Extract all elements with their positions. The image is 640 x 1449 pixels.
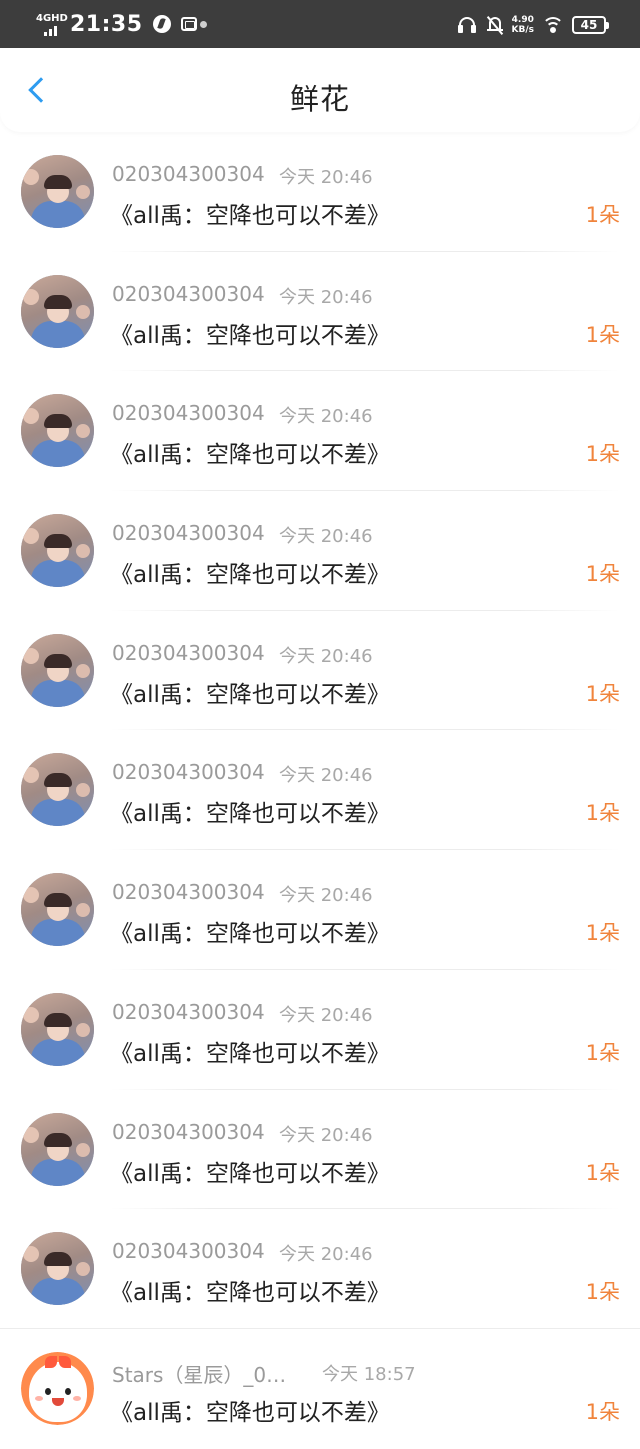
- username[interactable]: 020304300304: [112, 162, 265, 186]
- username[interactable]: 020304300304: [112, 401, 265, 425]
- timestamp: 今天 20:46: [279, 765, 373, 787]
- list-item[interactable]: 020304300304 今天 20:46 《all禹：空降也可以不差》 1朵: [0, 730, 640, 851]
- work-title[interactable]: 《all禹：空降也可以不差》: [110, 316, 390, 350]
- list-item[interactable]: 020304300304 今天 20:46 《all禹：空降也可以不差》 1朵: [0, 252, 640, 372]
- cellular-signal-icon: 4GHD: [36, 12, 68, 36]
- work-title[interactable]: 《all禹：空降也可以不差》: [110, 435, 390, 469]
- work-title[interactable]: 《all禹：空降也可以不差》: [110, 1393, 390, 1427]
- avatar[interactable]: [21, 274, 94, 348]
- flower-count: 1朵: [585, 1160, 620, 1185]
- avatar[interactable]: [21, 992, 94, 1066]
- network-speed: 4.90 KB/s: [512, 15, 534, 35]
- timestamp: 今天 20:46: [279, 167, 373, 188]
- flower-gift-list: 020304300304 今天 20:46 《all禹：空降也可以不差》 1朵 0203…: [0, 132, 640, 1449]
- status-bar-right: 4.90 KB/s 45: [457, 12, 609, 38]
- more-notifications-icon: [199, 20, 207, 28]
- username[interactable]: 020304300304: [112, 760, 265, 784]
- flower-count: 1朵: [585, 1399, 620, 1424]
- work-title[interactable]: 《all禹：空降也可以不差》: [110, 675, 390, 709]
- timestamp: 今天 20:46: [279, 526, 373, 548]
- nav-bar: 鲜花: [0, 48, 640, 132]
- gallery-notification-icon: [180, 17, 197, 31]
- list-item[interactable]: 020304300304 今天 20:46 《all禹：空降也可以不差》 1朵: [0, 611, 640, 731]
- timestamp: 今天 20:46: [279, 645, 373, 667]
- username[interactable]: 020304300304: [112, 880, 265, 904]
- timestamp: 今天 20:46: [279, 885, 373, 907]
- flower-count: 1朵: [585, 442, 620, 467]
- work-title[interactable]: 《all禹：空降也可以不差》: [110, 794, 390, 828]
- timestamp: 今天 20:46: [279, 286, 373, 308]
- timestamp: 今天 20:46: [279, 1244, 373, 1266]
- clock: 21:35: [70, 11, 143, 37]
- work-title[interactable]: 《all禹：空降也可以不差》: [110, 914, 390, 948]
- flower-count: 1朵: [585, 203, 620, 227]
- avatar[interactable]: [21, 753, 94, 827]
- wifi-icon: [542, 16, 564, 34]
- timestamp: 今天 20:46: [279, 1004, 373, 1026]
- flower-count: 1朵: [585, 801, 620, 826]
- flower-count: 1朵: [585, 1040, 620, 1065]
- work-title[interactable]: 《all禹：空降也可以不差》: [110, 1034, 390, 1068]
- username[interactable]: 020304300304: [112, 282, 265, 306]
- flower-count: 1朵: [585, 681, 620, 706]
- flower-count: 1朵: [585, 921, 620, 946]
- timestamp: 今天 20:46: [279, 406, 373, 428]
- list-item[interactable]: 020304300304 今天 20:46 《all禹：空降也可以不差》 1朵: [0, 491, 640, 611]
- battery-icon: 45: [572, 16, 609, 34]
- battery-level: 45: [580, 18, 598, 32]
- avatar[interactable]: [21, 1232, 94, 1306]
- username[interactable]: 020304300304: [112, 641, 265, 665]
- work-title[interactable]: 《all禹：空降也可以不差》: [110, 1273, 390, 1307]
- username[interactable]: Stars（星辰）_0…: [112, 1359, 286, 1388]
- username[interactable]: 020304300304: [112, 521, 265, 545]
- flower-count: 1朵: [585, 322, 620, 347]
- mute-bell-icon: [486, 15, 504, 35]
- flower-count: 1朵: [585, 1280, 620, 1305]
- work-title[interactable]: 《all禹：空降也可以不差》: [110, 555, 390, 589]
- list-item[interactable]: 020304300304 今天 20:46 《all禹：空降也可以不差》 1朵: [0, 371, 640, 492]
- avatar[interactable]: [21, 873, 94, 947]
- flower-count: 1朵: [585, 562, 620, 587]
- avatar[interactable]: [21, 155, 94, 228]
- list-item[interactable]: 020304300304 今天 20:46 《all禹：空降也可以不差》 1朵: [0, 1090, 640, 1210]
- avatar[interactable]: [21, 514, 94, 588]
- timestamp: 今天 18:57: [322, 1363, 416, 1385]
- network-speed-unit: KB/s: [511, 25, 534, 35]
- list-item[interactable]: 020304300304 今天 20:46 《all禹：空降也可以不差》 1朵: [0, 850, 640, 970]
- list-item[interactable]: 020304300304 今天 20:46 《all禹：空降也可以不差》 1朵: [0, 1209, 640, 1329]
- network-speed-value: 4.90: [511, 15, 534, 25]
- list-item[interactable]: 020304300304 今天 20:46 《all禹：空降也可以不差》 1朵: [0, 132, 640, 252]
- avatar[interactable]: [21, 633, 94, 707]
- username[interactable]: 020304300304: [112, 1239, 265, 1263]
- app-notification-icon: [152, 15, 171, 33]
- avatar[interactable]: [21, 1351, 94, 1425]
- page-title: 鲜花: [289, 82, 350, 116]
- list-item[interactable]: Stars（星辰）_0… 今天 18:57 《all禹：空降也可以不差》 1朵: [0, 1329, 640, 1449]
- username[interactable]: 020304300304: [112, 1120, 265, 1144]
- timestamp: 今天 20:46: [279, 1124, 373, 1146]
- headphones-icon: [457, 16, 476, 34]
- work-title[interactable]: 《all禹：空降也可以不差》: [110, 196, 390, 230]
- status-bar-left: 4GHD 21:35: [36, 10, 207, 38]
- username[interactable]: 020304300304: [112, 1000, 265, 1024]
- list-item[interactable]: 020304300304 今天 20:46 《all禹：空降也可以不差》 1朵: [0, 970, 640, 1090]
- work-title[interactable]: 《all禹：空降也可以不差》: [110, 1154, 390, 1188]
- network-type: 4GHD: [36, 13, 68, 24]
- avatar[interactable]: [21, 1112, 94, 1186]
- avatar[interactable]: [21, 394, 94, 468]
- status-bar: 4GHD 21:35 4.90 KB/s 45: [0, 0, 640, 48]
